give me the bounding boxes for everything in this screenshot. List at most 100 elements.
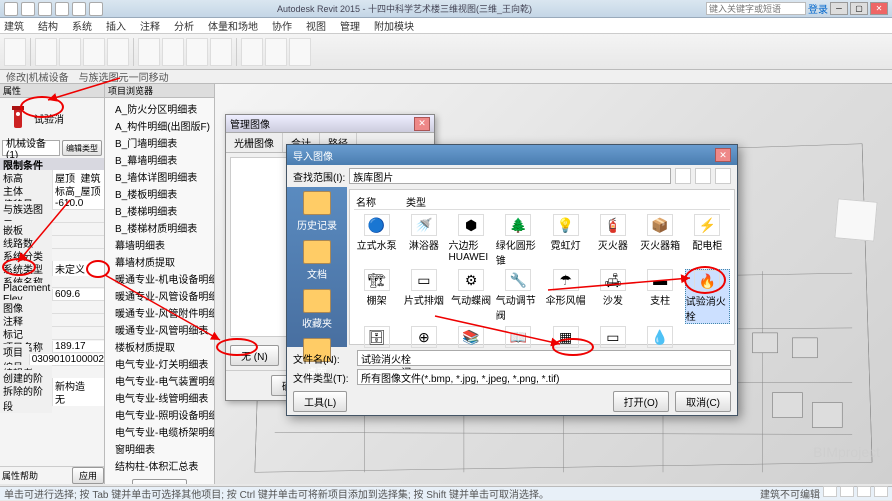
tab-analyze[interactable]: 分析 xyxy=(174,18,194,33)
edit-type-button[interactable]: 编辑类型 xyxy=(62,140,102,156)
lookin-combo[interactable]: 族库图片 xyxy=(349,168,671,184)
file-item[interactable]: ⚙气动蝶阀 xyxy=(449,269,494,324)
qat-save[interactable] xyxy=(38,2,52,16)
tree-item[interactable]: B_楼板明细表 xyxy=(107,185,212,202)
tab-view[interactable]: 视图 xyxy=(306,18,326,33)
file-item[interactable]: ⬢六边形HUAWEI xyxy=(449,214,494,267)
col-type[interactable]: 类型 xyxy=(406,194,426,209)
col-name[interactable]: 名称 xyxy=(356,194,376,209)
tree-item[interactable]: B_墙体详图明细表 xyxy=(107,168,212,185)
apply-button[interactable]: 应用 xyxy=(72,467,104,484)
tree-item[interactable]: A_防火分区明细表 xyxy=(107,100,212,117)
tab-insert[interactable]: 插入 xyxy=(106,18,126,33)
nav-up-button[interactable] xyxy=(695,168,711,184)
ribbon-btn-9[interactable] xyxy=(241,38,263,66)
file-item[interactable]: 🚿淋浴器 xyxy=(401,214,446,267)
tab-collaborate[interactable]: 协作 xyxy=(272,18,292,33)
sb-btn-1[interactable] xyxy=(823,486,837,497)
tree-item[interactable]: 电气专业-线管明细表 xyxy=(107,389,212,406)
filetype-combo[interactable]: 所有图像文件(*.bmp, *.jpg, *.jpeg, *.png, *.ti… xyxy=(357,369,731,385)
ribbon-btn-7[interactable] xyxy=(186,38,208,66)
file-item[interactable]: ▬支柱 xyxy=(638,269,683,324)
ribbon-btn-8[interactable] xyxy=(210,38,232,66)
import-cancel-button[interactable]: 取消(C) xyxy=(675,391,731,412)
ribbon-btn-3[interactable] xyxy=(83,38,105,66)
tree-item[interactable]: 幕墙明细表 xyxy=(107,236,212,253)
tree-item[interactable]: 暖通专业-风管附件明细表 xyxy=(107,304,212,321)
ribbon-btn-11[interactable] xyxy=(289,38,311,66)
import-dialog-close[interactable]: ✕ xyxy=(715,148,731,162)
tab-architecture[interactable]: 建筑 xyxy=(4,18,24,33)
tree-item[interactable]: 幕墙材质提取 xyxy=(107,253,212,270)
file-item[interactable]: 🔧气动调节阀 xyxy=(496,269,541,324)
qat-print[interactable] xyxy=(89,2,103,16)
tree-item[interactable]: B_楼梯明细表 xyxy=(107,202,212,219)
ribbon-btn-1[interactable] xyxy=(35,38,57,66)
qat-undo[interactable] xyxy=(55,2,69,16)
tree-item[interactable]: 暖通专业-风管设备明细表 xyxy=(107,287,212,304)
tree-item[interactable]: 电气专业-电缆桥架明细表 xyxy=(107,423,212,440)
tree-item[interactable]: 暖通专业-机电设备明细表 xyxy=(107,270,212,287)
tools-button[interactable]: 工具(L) xyxy=(293,391,347,412)
tab-manage[interactable]: 管理 xyxy=(340,18,360,33)
tree-item[interactable]: B_门墙明细表 xyxy=(107,134,212,151)
place-favorites[interactable]: 收藏夹 xyxy=(302,289,332,330)
tree-item[interactable]: B_幕墙明细表 xyxy=(107,151,212,168)
open-button[interactable]: 打开(O) xyxy=(613,391,669,412)
nav-views-button[interactable] xyxy=(715,168,731,184)
ribbon-btn-10[interactable] xyxy=(265,38,287,66)
filename-input[interactable]: 试验消火栓 xyxy=(357,350,731,366)
tree-item[interactable]: 楼板材质提取 xyxy=(107,338,212,355)
file-item[interactable]: 💡霓虹灯 xyxy=(543,214,588,267)
type-selector[interactable]: 机械设备 (1) xyxy=(2,140,60,156)
tree-item[interactable]: 电气专业-电气装置明细表 xyxy=(107,372,212,389)
maximize-button[interactable]: ▢ xyxy=(850,2,868,15)
minimize-button[interactable]: ─ xyxy=(830,2,848,15)
view-cube[interactable] xyxy=(834,198,877,241)
qat-redo[interactable] xyxy=(72,2,86,16)
file-item[interactable]: ▭片式排烟 xyxy=(401,269,446,324)
tree-item[interactable]: A_构件明细(出图版F) xyxy=(107,117,212,134)
file-item[interactable]: 📦灭火器箱 xyxy=(638,214,683,267)
context-tab-modify[interactable]: 修改|机械设备 xyxy=(6,69,69,84)
tab-addins[interactable]: 附加模块 xyxy=(374,18,414,33)
file-item[interactable]: 🛋沙发 xyxy=(590,269,635,324)
tab-annotate[interactable]: 注释 xyxy=(140,18,160,33)
manage-dialog-close[interactable]: ✕ xyxy=(414,117,430,131)
file-item[interactable]: 🔥试验消火栓 xyxy=(685,269,730,324)
login-link[interactable]: 登录 xyxy=(808,1,828,16)
properties-help[interactable]: 属性帮助 xyxy=(0,467,72,484)
file-item[interactable]: ⚡配电柜 xyxy=(685,214,730,267)
file-item[interactable]: 🔵立式水泵 xyxy=(354,214,399,267)
sb-btn-4[interactable] xyxy=(874,486,888,497)
project-browser-tree[interactable]: A_防火分区明细表A_构件明细(出图版F)B_门墙明细表B_幕墙明细表B_墙体详… xyxy=(105,98,214,476)
tree-item[interactable]: 窗明细表 xyxy=(107,440,212,457)
place-documents[interactable]: 文档 xyxy=(303,240,331,281)
file-item[interactable]: 🏗棚架 xyxy=(354,269,399,324)
none-button[interactable]: 无 (N) xyxy=(230,345,279,366)
modify-button[interactable] xyxy=(4,38,26,66)
tab-structure[interactable]: 结构 xyxy=(38,18,58,33)
help-search-input[interactable] xyxy=(706,2,806,15)
tree-item[interactable]: 暖通专业-风管明细表 xyxy=(107,321,212,338)
tree-item[interactable]: B_楼梯材质明细表 xyxy=(107,219,212,236)
file-item[interactable]: ☂伞形风帽 xyxy=(543,269,588,324)
file-item[interactable]: 🌲绿化圆形锥 xyxy=(496,214,541,267)
property-row[interactable]: 拆除的阶段无 xyxy=(0,392,104,405)
tab-massing[interactable]: 体量和场地 xyxy=(208,18,258,33)
nav-back-button[interactable] xyxy=(675,168,691,184)
sb-btn-3[interactable] xyxy=(857,486,871,497)
close-button[interactable]: ✕ xyxy=(870,2,888,15)
ribbon-btn-4[interactable] xyxy=(107,38,129,66)
place-history[interactable]: 历史记录 xyxy=(297,191,337,232)
app-menu-button[interactable] xyxy=(4,2,18,16)
tree-item[interactable]: 电气专业-照明设备明细表 xyxy=(107,406,212,423)
context-tab-move[interactable]: 与族选图元一同移动 xyxy=(79,69,169,84)
tab-raster[interactable]: 光栅图像 xyxy=(226,133,283,152)
ribbon-btn-2[interactable] xyxy=(59,38,81,66)
file-item[interactable]: 🧯灭火器 xyxy=(590,214,635,267)
tab-systems[interactable]: 系统 xyxy=(72,18,92,33)
sb-btn-2[interactable] xyxy=(840,486,854,497)
ribbon-btn-6[interactable] xyxy=(162,38,184,66)
tree-item[interactable]: 电气专业-灯关明细表 xyxy=(107,355,212,372)
